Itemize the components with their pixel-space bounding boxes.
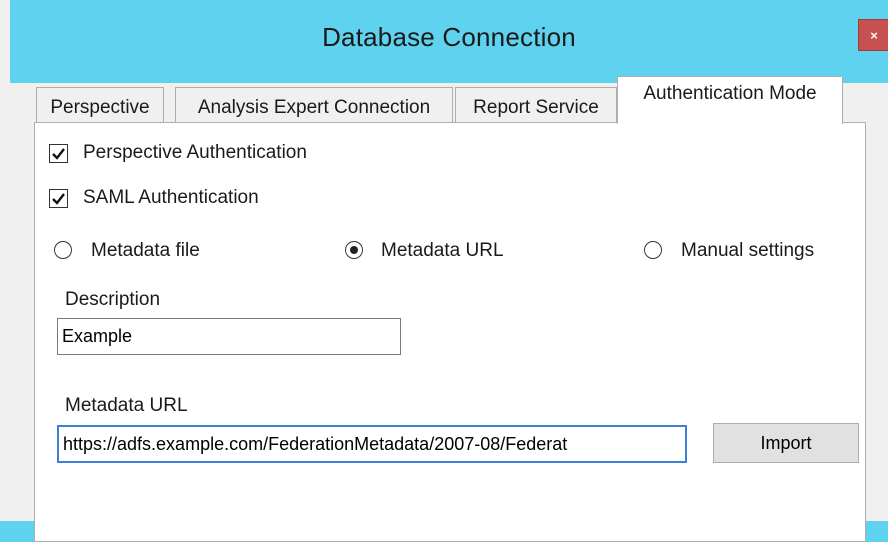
left-window-edge <box>0 0 10 521</box>
metadata-url-field-label: Metadata URL <box>65 395 188 416</box>
tab-label: Analysis Expert Connection <box>197 97 431 118</box>
description-field[interactable] <box>57 318 401 355</box>
metadata-file-radio[interactable] <box>54 241 72 259</box>
title-bar[interactable]: Database Connection × <box>10 0 888 83</box>
checkmark-icon <box>52 193 65 205</box>
checkmark-icon <box>52 148 65 160</box>
description-label: Description <box>65 289 161 310</box>
tab-label: Authentication Mode <box>643 83 817 104</box>
import-button[interactable]: Import <box>713 423 859 463</box>
close-button[interactable]: × <box>858 19 888 51</box>
perspective-authentication-label[interactable]: Perspective Authentication <box>83 142 307 164</box>
manual-settings-radio[interactable] <box>644 241 662 259</box>
import-button-label: Import <box>760 432 812 453</box>
tab-perspective[interactable]: Perspective <box>36 87 164 124</box>
tab-label: Report Service <box>473 97 599 118</box>
dialog-client-area: Perspective Analysis Expert Connection R… <box>10 76 888 542</box>
tab-label: Perspective <box>50 97 150 118</box>
tab-report-service[interactable]: Report Service <box>455 87 617 124</box>
metadata-url-option-label[interactable]: Metadata URL <box>381 240 504 262</box>
authentication-mode-panel: Perspective Authentication SAML Authenti… <box>34 122 866 542</box>
radio-selected-dot <box>350 246 358 254</box>
saml-authentication-checkbox[interactable] <box>49 189 68 208</box>
metadata-url-field[interactable] <box>57 425 687 463</box>
close-icon: × <box>870 27 878 43</box>
perspective-authentication-checkbox[interactable] <box>49 144 68 163</box>
saml-authentication-label[interactable]: SAML Authentication <box>83 187 259 209</box>
tab-analysis-expert-connection[interactable]: Analysis Expert Connection <box>175 87 453 124</box>
metadata-file-label[interactable]: Metadata file <box>91 240 200 262</box>
tab-authentication-mode[interactable]: Authentication Mode <box>617 76 843 124</box>
window-title: Database Connection <box>322 22 576 52</box>
metadata-url-radio[interactable] <box>345 241 363 259</box>
manual-settings-label[interactable]: Manual settings <box>681 240 814 262</box>
